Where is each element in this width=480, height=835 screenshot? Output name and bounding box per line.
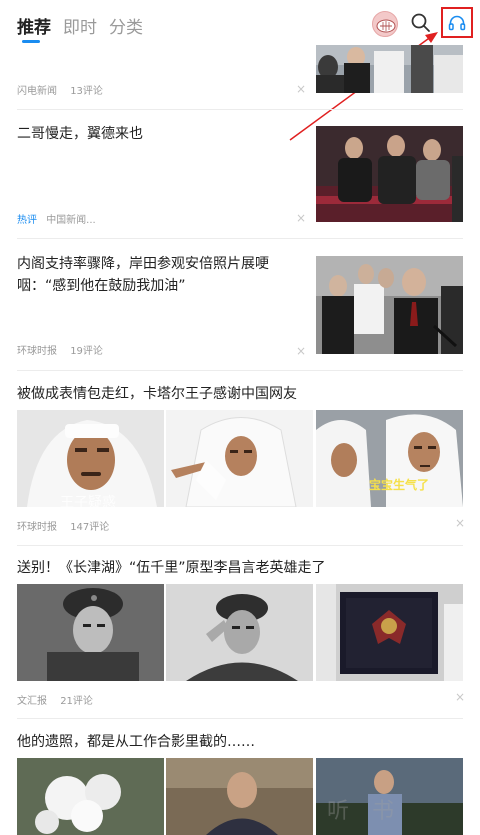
image-caption: 王子疑惑 — [60, 495, 116, 511]
news-thumbnail — [316, 45, 463, 93]
dismiss-icon[interactable]: × — [296, 344, 306, 358]
comment-count: 147评论 — [70, 522, 110, 533]
comment-count: 13评论 — [70, 86, 103, 97]
tab-category[interactable]: 分类 — [109, 13, 143, 38]
news-title[interactable]: 被做成表情包走红，卡塔尔王子感谢中国网友 — [17, 383, 463, 405]
news-title[interactable]: 他的遗照，都是从工作合影里截的…… — [17, 731, 463, 753]
divider — [17, 109, 463, 110]
news-thumbnail — [316, 584, 463, 681]
headset-button[interactable] — [441, 7, 473, 38]
tab-recommend[interactable]: 推荐 — [17, 13, 51, 38]
news-thumbnail — [316, 256, 463, 354]
comment-count: 21评论 — [60, 696, 93, 707]
news-meta: 文汇报 21评论 — [17, 692, 93, 707]
tab-realtime[interactable]: 即时 — [63, 13, 97, 38]
dismiss-icon[interactable]: × — [296, 211, 306, 225]
news-source: 环球时报 — [17, 346, 57, 357]
divider — [17, 238, 463, 239]
top-nav: 推荐 即时 分类 — [0, 0, 480, 48]
avatar[interactable] — [372, 11, 398, 37]
news-source: 闪电新闻 — [17, 86, 57, 97]
headset-icon — [448, 15, 466, 31]
news-thumbnail — [166, 758, 313, 835]
news-source: 中国新闻... — [46, 215, 96, 226]
news-meta: 环球时报 19评论 — [17, 342, 103, 357]
divider — [17, 718, 463, 719]
news-meta: 环球时报 147评论 — [17, 518, 109, 533]
news-thumbnail — [17, 584, 164, 681]
divider — [17, 545, 463, 546]
news-title[interactable]: 二哥慢走，翼德来也 — [17, 123, 297, 145]
news-source: 文汇报 — [17, 696, 47, 707]
comment-count: 19评论 — [70, 346, 103, 357]
image-caption: 宝宝生气了 — [369, 478, 430, 492]
news-thumbnail — [166, 410, 313, 507]
news-thumbnail — [316, 126, 463, 222]
news-thumbnail — [17, 758, 164, 835]
news-source: 环球时报 — [17, 522, 57, 533]
news-title[interactable]: 送别！《长津湖》“伍千里”原型李昌言老英雄走了 — [17, 557, 463, 579]
hot-comment-badge: 热评 — [17, 215, 37, 226]
dismiss-icon[interactable]: × — [296, 82, 306, 96]
watermark: 听 书 — [327, 799, 402, 824]
active-tab-indicator — [22, 40, 40, 43]
dismiss-icon[interactable]: × — [455, 516, 465, 530]
dismiss-icon[interactable]: × — [455, 690, 465, 704]
news-meta: 闪电新闻 13评论 — [17, 82, 103, 97]
divider — [17, 370, 463, 371]
search-icon[interactable] — [410, 12, 432, 34]
news-meta: 热评 中国新闻... — [17, 211, 106, 226]
news-title[interactable]: 内阁支持率骤降，岸田参观安倍照片展哽咽：“感到他在鼓励我加油” — [17, 253, 303, 297]
news-thumbnail — [166, 584, 313, 681]
